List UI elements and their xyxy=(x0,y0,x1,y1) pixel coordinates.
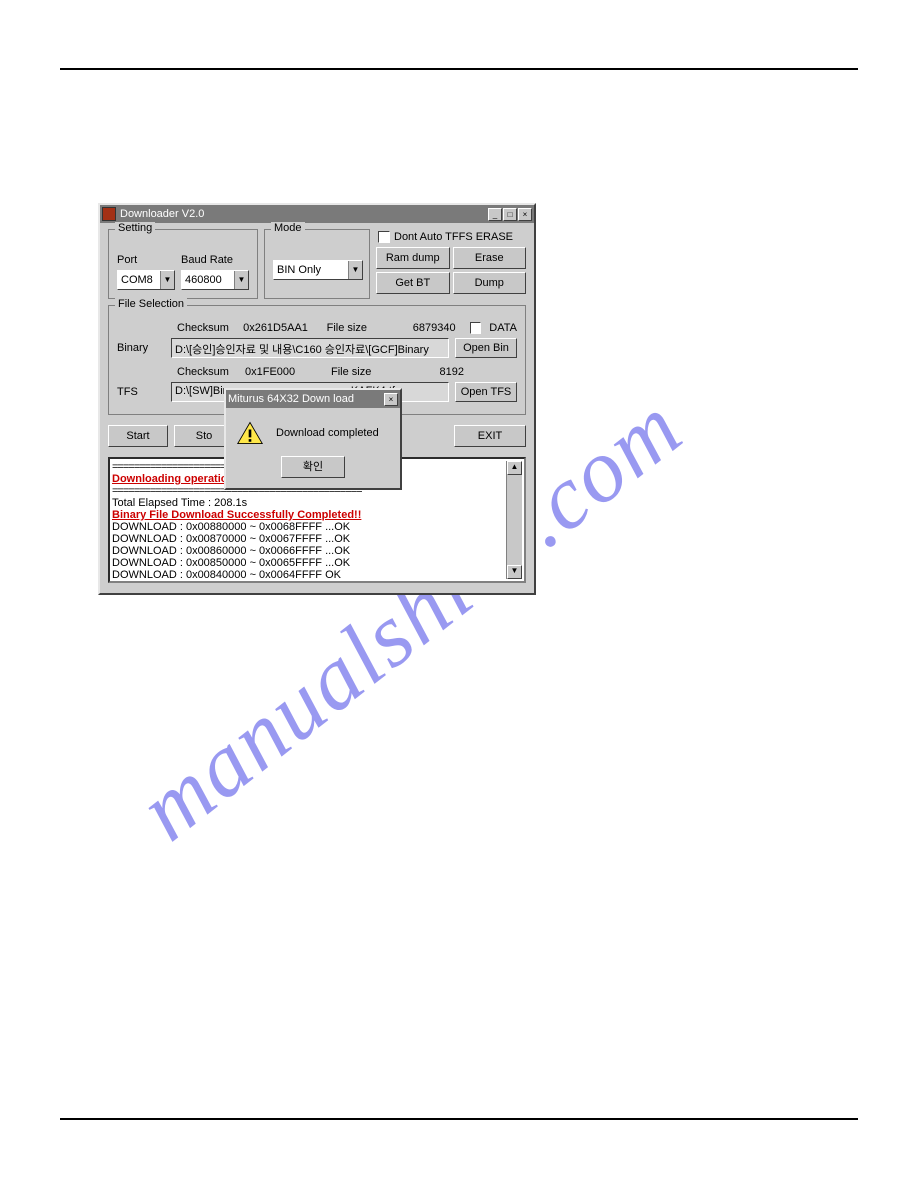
baud-label: Baud Rate xyxy=(181,254,249,266)
port-label: Port xyxy=(117,254,175,266)
page-bottom-rule xyxy=(60,1118,858,1120)
tfs-filesize-label: File size xyxy=(331,366,386,378)
popup-message: Download completed xyxy=(276,427,379,439)
warning-icon xyxy=(236,420,264,446)
popup-title: Miturus 64X32 Down load xyxy=(228,393,383,405)
download-complete-dialog: Miturus 64X32 Down load × Download compl… xyxy=(224,388,402,490)
get-bt-button[interactable]: Get BT xyxy=(376,272,450,294)
mode-group: Mode BIN Only ▼ xyxy=(264,229,370,299)
chevron-down-icon[interactable]: ▼ xyxy=(160,271,174,289)
ram-dump-button[interactable]: Ram dump xyxy=(376,247,450,269)
bin-filesize-value: 6879340 xyxy=(388,322,456,334)
erase-button[interactable]: Erase xyxy=(453,247,527,269)
scroll-up-icon[interactable]: ▲ xyxy=(507,461,522,475)
scroll-down-icon[interactable]: ▼ xyxy=(507,565,522,579)
chevron-down-icon[interactable]: ▼ xyxy=(234,271,248,289)
log-scrollbar[interactable]: ▲ ▼ xyxy=(506,461,522,579)
mode-legend: Mode xyxy=(271,222,305,234)
mode-combo[interactable]: BIN Only ▼ xyxy=(273,260,363,280)
log-line: DOWNLOAD : 0x00840000 ~ 0x0064FFFF OK xyxy=(112,569,506,579)
log-bin-done: Binary File Download Successfully Comple… xyxy=(112,509,506,521)
bin-checksum-label: Checksum xyxy=(177,322,235,334)
data-label: DATA xyxy=(489,322,517,334)
exit-button[interactable]: EXIT xyxy=(454,425,526,447)
bin-filesize-label: File size xyxy=(327,322,380,334)
file-selection-legend: File Selection xyxy=(115,298,187,310)
open-bin-button[interactable]: Open Bin xyxy=(455,338,517,358)
start-button[interactable]: Start xyxy=(108,425,168,447)
baud-combo[interactable]: 460800 ▼ xyxy=(181,270,249,290)
app-icon xyxy=(102,207,116,221)
tffs-erase-checkbox[interactable] xyxy=(378,231,390,243)
tffs-erase-label: Dont Auto TFFS ERASE xyxy=(394,231,513,243)
page-top-rule xyxy=(60,68,858,70)
open-tfs-button[interactable]: Open TFS xyxy=(455,382,517,402)
log-line: DOWNLOAD : 0x00870000 ~ 0x0067FFFF ...OK xyxy=(112,533,506,545)
mode-value: BIN Only xyxy=(274,264,348,276)
titlebar[interactable]: Downloader V2.0 _ □ × xyxy=(100,205,534,223)
binary-label: Binary xyxy=(117,342,165,354)
baud-value: 460800 xyxy=(182,274,234,286)
popup-close-button[interactable]: × xyxy=(384,393,398,406)
port-combo[interactable]: COM8 ▼ xyxy=(117,270,175,290)
tfs-checksum-label: Checksum xyxy=(177,366,237,378)
log-line: DOWNLOAD : 0x00880000 ~ 0x0068FFFF ...OK xyxy=(112,521,506,533)
chevron-down-icon[interactable]: ▼ xyxy=(348,261,362,279)
minimize-button[interactable]: _ xyxy=(488,208,502,221)
popup-ok-button[interactable]: 확인 xyxy=(281,456,345,478)
bin-checksum-value: 0x261D5AA1 xyxy=(243,322,319,334)
tfs-filesize-value: 8192 xyxy=(394,366,464,378)
log-line: DOWNLOAD : 0x00860000 ~ 0x0066FFFF ...OK xyxy=(112,545,506,557)
log-elapsed: Total Elapsed Time : 208.1s xyxy=(112,497,506,509)
setting-group: Setting Port COM8 ▼ Baud Rate 460800 ▼ xyxy=(108,229,258,299)
tfs-checksum-value: 0x1FE000 xyxy=(245,366,323,378)
maximize-button[interactable]: □ xyxy=(503,208,517,221)
data-checkbox[interactable] xyxy=(470,322,482,334)
port-value: COM8 xyxy=(118,274,160,286)
popup-titlebar[interactable]: Miturus 64X32 Down load × xyxy=(226,390,400,408)
tfs-path-prefix: D:\[SW]Bin xyxy=(175,385,229,397)
log-line: DOWNLOAD : 0x00850000 ~ 0x0065FFFF ...OK xyxy=(112,557,506,569)
tfs-label: TFS xyxy=(117,386,165,398)
window-title: Downloader V2.0 xyxy=(120,208,487,220)
binary-path-input[interactable]: D:\[승인]승인자료 및 내용\C160 승인자료\[GCF]Binary xyxy=(171,338,449,358)
close-button[interactable]: × xyxy=(518,208,532,221)
dump-button[interactable]: Dump xyxy=(453,272,527,294)
setting-legend: Setting xyxy=(115,222,155,234)
